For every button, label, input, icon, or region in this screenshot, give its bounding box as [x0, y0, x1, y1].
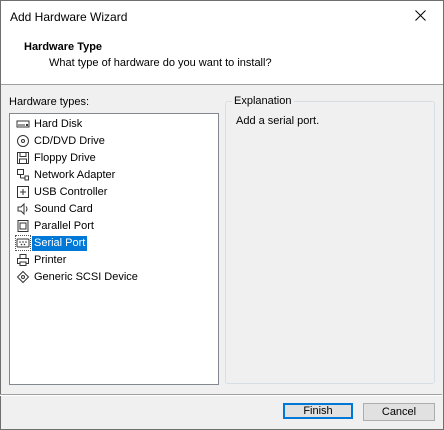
wizard-header: Hardware Type What type of hardware do y…: [1, 32, 443, 85]
list-item-label: Serial Port: [32, 235, 88, 251]
explanation-text: Add a serial port.: [236, 115, 320, 127]
network-adapter-icon: [16, 168, 30, 182]
list-item-printer[interactable]: Printer: [16, 252, 68, 268]
printer-icon: [16, 253, 30, 267]
usb-icon: [16, 185, 30, 199]
floppy-icon: [16, 151, 30, 165]
list-item-label: Sound Card: [34, 202, 93, 215]
list-item-cd-dvd[interactable]: CD/DVD Drive: [16, 133, 107, 149]
page-title: Hardware Type: [24, 41, 103, 53]
list-item-label: CD/DVD Drive: [34, 134, 105, 147]
list-item-label: Floppy Drive: [34, 151, 96, 164]
list-item-label: Hard Disk: [34, 117, 83, 130]
explanation-label: Explanation: [232, 95, 294, 107]
hardware-types-label: Hardware types:: [9, 96, 90, 108]
page-subtitle: What type of hardware do you want to ins…: [49, 57, 272, 69]
cd-dvd-icon: [16, 134, 30, 148]
list-item-label: Parallel Port: [34, 219, 94, 232]
list-item-sound-card[interactable]: Sound Card: [16, 201, 95, 217]
list-item-generic-scsi[interactable]: Generic SCSI Device: [16, 269, 140, 285]
hardware-types-list[interactable]: Hard Disk CD/DVD Drive Floppy Drive Netw…: [9, 113, 219, 385]
list-item-floppy[interactable]: Floppy Drive: [16, 150, 98, 166]
list-item-serial-port[interactable]: Serial Port: [15, 235, 88, 251]
title-bar: Add Hardware Wizard: [1, 1, 443, 32]
footer-divider: [0, 394, 442, 396]
list-item-network-adapter[interactable]: Network Adapter: [16, 167, 117, 183]
list-item-label: Printer: [34, 253, 67, 266]
list-item-label: Network Adapter: [34, 168, 116, 181]
serial-port-icon: [15, 235, 31, 251]
scsi-icon: [16, 270, 30, 284]
close-button[interactable]: [397, 1, 443, 32]
list-item-usb-controller[interactable]: USB Controller: [16, 184, 109, 200]
explanation-group: [225, 101, 435, 384]
parallel-port-icon: [16, 219, 30, 233]
list-item-hard-disk[interactable]: Hard Disk: [16, 116, 84, 132]
window-title: Add Hardware Wizard: [10, 10, 128, 24]
finish-button[interactable]: Finish: [283, 403, 353, 419]
cancel-button[interactable]: Cancel: [363, 403, 435, 421]
speaker-icon: [16, 202, 30, 216]
hard-disk-icon: [16, 117, 30, 131]
list-item-label: USB Controller: [34, 185, 108, 198]
list-item-label: Generic SCSI Device: [34, 270, 138, 283]
list-item-parallel-port[interactable]: Parallel Port: [16, 218, 96, 234]
close-icon: [414, 9, 426, 24]
